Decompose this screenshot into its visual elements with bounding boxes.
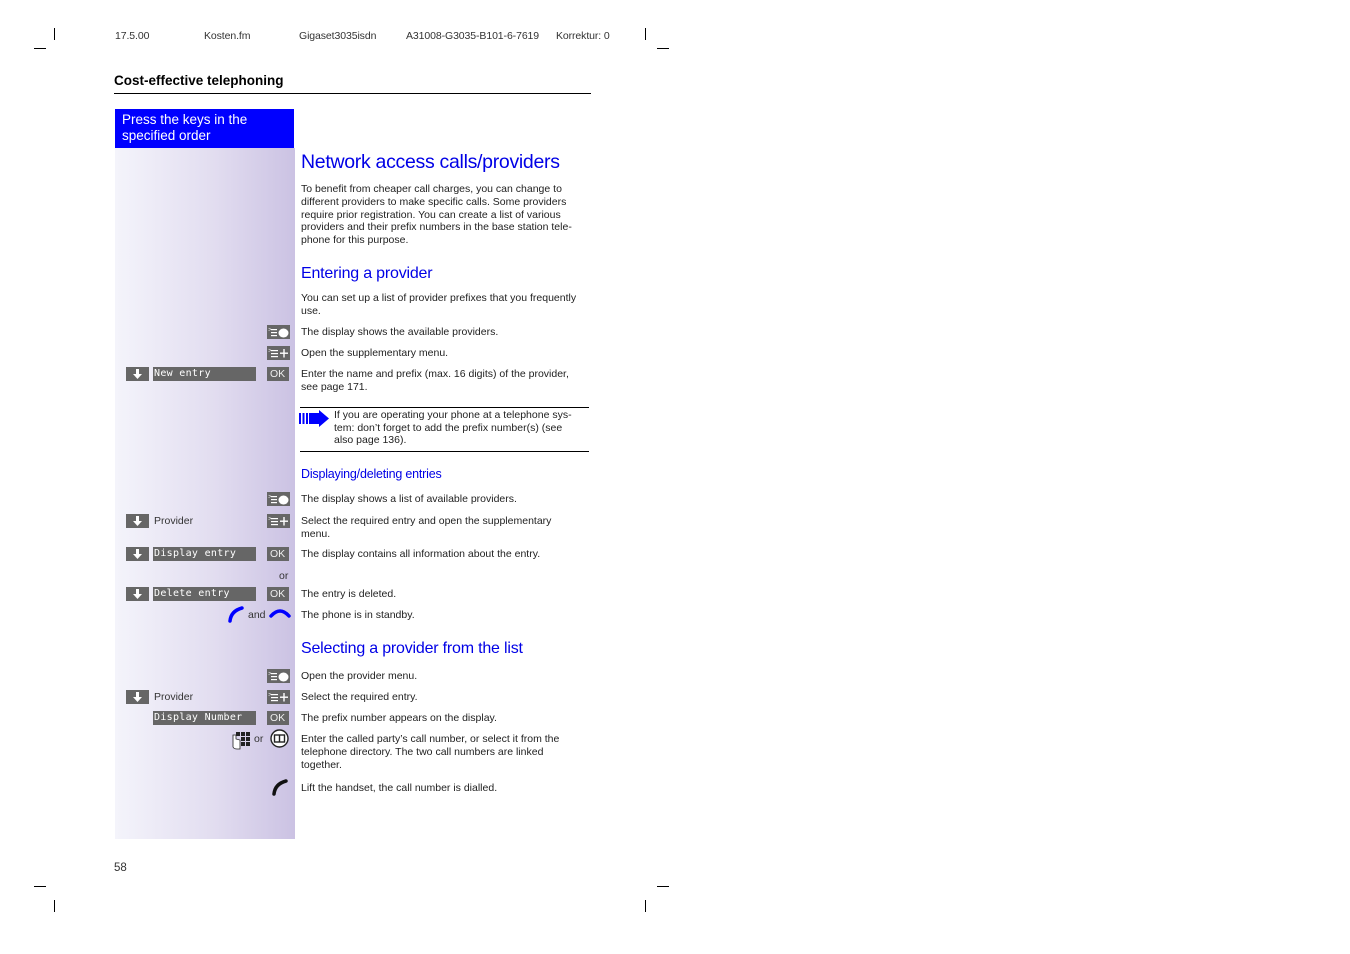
text-line: menu. xyxy=(301,527,331,540)
ok-key[interactable]: OK xyxy=(267,711,289,725)
header-doc-id: A31008-G3035-B101-6-7619 xyxy=(406,30,540,42)
crop-mark xyxy=(645,900,646,912)
display-option-display-number[interactable]: Display Number xyxy=(153,711,256,725)
ok-key[interactable]: OK xyxy=(267,547,289,561)
page-number: 58 xyxy=(114,862,127,874)
provider-menu-icon: > xyxy=(268,494,289,505)
text-line: tem: don’t forget to add the prefix numb… xyxy=(334,421,563,434)
crop-mark xyxy=(34,886,46,887)
down-arrow-key[interactable] xyxy=(126,587,149,601)
text-line: Enter the called party’s call number, or… xyxy=(301,733,560,745)
crop-mark xyxy=(657,48,669,49)
instruction-line-1: Press the keys in the xyxy=(122,112,248,127)
handset-lift-icon[interactable] xyxy=(227,606,245,623)
instruction-box: Press the keys in the specified order xyxy=(115,109,294,148)
crop-mark xyxy=(54,28,55,40)
heading-displaying-deleting: Displaying/deleting entries xyxy=(301,467,442,481)
and-connector: and xyxy=(248,609,266,621)
step-text: The display shows a list of available pr… xyxy=(301,493,517,505)
page-title: Network access calls/providers xyxy=(301,151,560,173)
provider-menu-icon: > xyxy=(268,671,289,682)
supplementary-menu-icon: > xyxy=(268,692,288,702)
arrow-down-icon xyxy=(133,369,142,379)
step-text: Lift the handset, the call number is dia… xyxy=(301,782,498,794)
header-correction: Korrektur: 0 xyxy=(556,30,610,42)
or-connector: or xyxy=(254,733,264,745)
entering-intro: You can set up a list of provider prefix… xyxy=(301,292,593,318)
step-text: The display contains all information abo… xyxy=(301,548,541,560)
note-bottom-rule xyxy=(300,451,589,452)
provider-menu-icon: > xyxy=(268,327,289,338)
text-line: You can set up a list of provider prefix… xyxy=(301,292,577,304)
crop-mark xyxy=(54,900,55,912)
supplementary-menu-key[interactable]: > xyxy=(267,690,290,704)
text-line: phone for this purpose. xyxy=(301,234,409,247)
provider-menu-key[interactable]: > xyxy=(267,669,290,683)
text-line: see page 171. xyxy=(301,380,368,393)
heading-entering-provider: Entering a provider xyxy=(301,265,433,282)
provider-label: Provider xyxy=(154,691,194,703)
text-line: together. xyxy=(301,758,342,771)
display-option-delete-entry[interactable]: Delete entry xyxy=(153,587,256,601)
crop-mark xyxy=(645,28,646,40)
note-arrow-icon xyxy=(299,410,330,427)
directory-icon[interactable] xyxy=(270,729,289,748)
handset-lift-icon[interactable] xyxy=(271,779,289,796)
step-text: The phone is in standby. xyxy=(301,609,415,621)
text-line: providers and their prefix numbers in th… xyxy=(301,221,572,234)
crop-mark xyxy=(657,886,669,887)
header-date: 17.5.00 xyxy=(115,30,150,42)
heading-selecting-provider: Selecting a provider from the list xyxy=(301,640,523,657)
provider-label: Provider xyxy=(154,515,194,527)
header-file: Kosten.fm xyxy=(204,30,251,42)
step-text: Open the provider menu. xyxy=(301,670,418,682)
instruction-line-2: specified order xyxy=(122,128,211,143)
down-arrow-key[interactable] xyxy=(126,547,149,561)
text-line: If you are operating your phone at a tel… xyxy=(334,409,572,421)
supplementary-menu-icon: > xyxy=(268,516,288,526)
ok-key[interactable]: OK xyxy=(267,367,289,381)
down-arrow-key[interactable] xyxy=(126,514,149,528)
step-text: The prefix number appears on the display… xyxy=(301,712,497,724)
display-option-display-entry[interactable]: Display entry xyxy=(153,547,256,561)
handset-down-icon[interactable] xyxy=(269,607,291,619)
supplementary-menu-key[interactable]: > xyxy=(267,346,290,360)
text-line: different providers to make specific cal… xyxy=(301,195,567,208)
step-text: Enter the name and prefix (max. 16 digit… xyxy=(301,368,593,394)
arrow-down-icon xyxy=(133,692,142,702)
step-text: Select the required entry. xyxy=(301,691,418,703)
text-line: To benefit from cheaper call charges, yo… xyxy=(301,183,562,195)
crop-mark xyxy=(34,48,46,49)
text-line: Select the required entry and open the s… xyxy=(301,515,552,527)
arrow-down-icon xyxy=(133,589,142,599)
section-title: Cost-effective telephoning xyxy=(114,73,284,88)
arrow-down-icon xyxy=(133,516,142,526)
supplementary-menu-key[interactable]: > xyxy=(267,514,290,528)
step-text: Enter the called party’s call number, or… xyxy=(301,733,593,771)
ok-key[interactable]: OK xyxy=(267,587,289,601)
header-product: Gigaset3035isdn xyxy=(299,30,377,42)
supplementary-menu-icon: > xyxy=(268,348,288,358)
provider-menu-key[interactable]: > xyxy=(267,325,290,339)
keypad-icon[interactable] xyxy=(231,731,250,750)
text-line: telephone directory. The two call number… xyxy=(301,745,544,758)
section-divider xyxy=(114,93,591,94)
down-arrow-key[interactable] xyxy=(126,367,149,381)
arrow-down-icon xyxy=(133,549,142,559)
or-separator: or xyxy=(279,570,289,582)
step-text: Select the required entry and open the s… xyxy=(301,515,593,541)
down-arrow-key[interactable] xyxy=(126,690,149,704)
step-text: The entry is deleted. xyxy=(301,588,397,600)
text-line: use. xyxy=(301,304,321,317)
note-top-rule xyxy=(300,407,589,408)
display-option-new-entry[interactable]: New entry xyxy=(153,367,256,381)
step-text: The display shows the available provider… xyxy=(301,326,499,338)
text-line: also page 136). xyxy=(334,434,407,446)
intro-paragraph: To benefit from cheaper call charges, yo… xyxy=(301,183,593,247)
text-line: require prior registration. You can crea… xyxy=(301,208,561,221)
note-text: If you are operating your phone at a tel… xyxy=(334,409,592,447)
text-line: Enter the name and prefix (max. 16 digit… xyxy=(301,368,569,380)
provider-menu-key[interactable]: > xyxy=(267,492,290,506)
step-text: Open the supplementary menu. xyxy=(301,347,449,359)
